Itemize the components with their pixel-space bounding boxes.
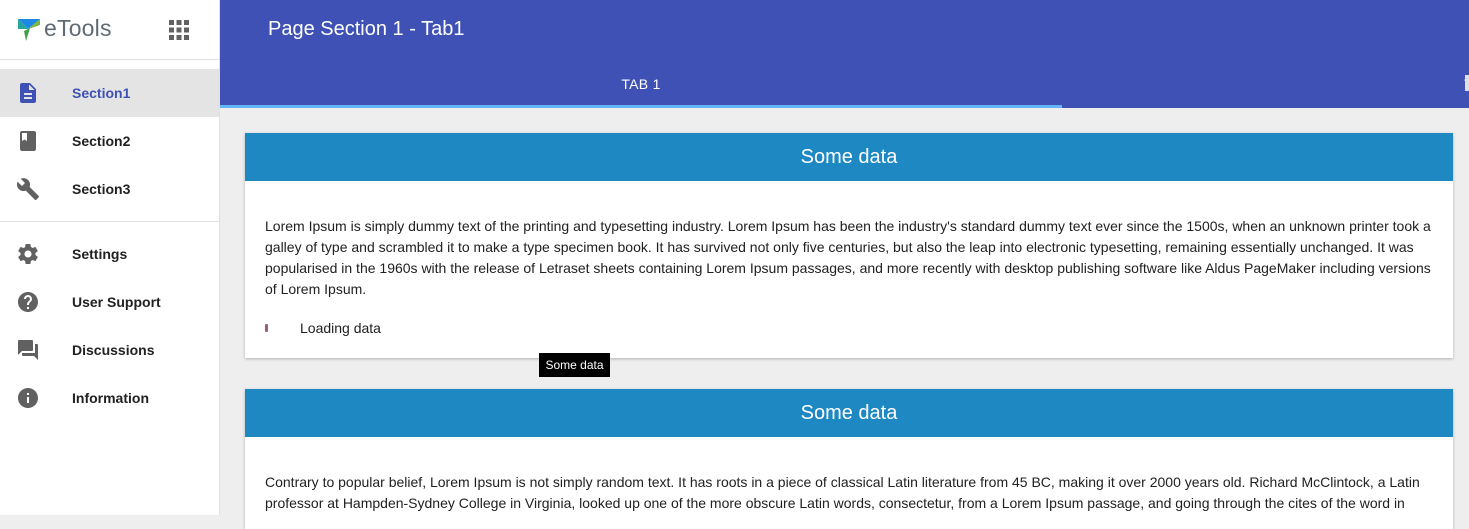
tab-label: TAB 1 [621,76,661,92]
gear-icon [18,244,38,265]
data-card: Some data Lorem Ipsum is simply dummy te… [245,133,1453,358]
loading-indicator: Loading data [265,314,1433,344]
book-icon [20,131,36,151]
sidebar-item-label: Section3 [72,181,131,197]
sidebar-item-label: Section1 [72,85,131,101]
brand-name: eTools [44,15,112,41]
sidebar-item-section3[interactable]: Section3 [0,165,219,213]
tooltip: Some data [539,353,610,377]
sidebar-item-section2[interactable]: Section2 [0,117,219,165]
sidebar: eTools Section1 Section2 Section3 Settin… [0,0,220,515]
sidebar-item-label: Information [72,390,149,406]
brand-bar: eTools [0,0,219,60]
apps-grid-icon[interactable] [167,18,191,42]
etools-logo-icon [18,19,40,41]
spinner-icon [265,324,268,332]
forum-icon [18,340,38,360]
sidebar-item-label: Discussions [72,342,155,358]
card-title: Some data [245,133,1453,181]
sidebar-item-section1[interactable]: Section1 [0,69,219,117]
wrench-icon [16,178,39,200]
page-title: Page Section 1 - Tab1 [268,18,465,40]
sidebar-item-label: Settings [72,246,128,262]
sidebar-item-settings[interactable]: Settings [0,230,219,278]
card-title: Some data [245,389,1453,437]
tab-1[interactable]: TAB 1 [220,60,1062,108]
tab-2[interactable]: T [1062,60,1469,108]
sidebar-item-discussions[interactable]: Discussions [0,326,219,374]
nav-divider [0,221,219,222]
primary-nav: Section1 Section2 Section3 [0,69,219,213]
data-card: Some data Contrary to popular belief, Lo… [245,389,1453,529]
sidebar-item-information[interactable]: Information [0,374,219,422]
sidebar-item-user-support[interactable]: User Support [0,278,219,326]
sidebar-item-label: Section2 [72,133,131,149]
secondary-nav: Settings User Support Discussions Inform… [0,230,219,422]
loading-text: Loading data [300,320,381,336]
app-header: Page Section 1 - Tab1 TAB 1 T [220,0,1469,108]
help-icon [18,292,38,312]
description-icon [20,83,36,103]
info-icon [18,388,38,408]
card-text: Contrary to popular belief, Lorem Ipsum … [265,474,1420,511]
card-text: Lorem Ipsum is simply dummy text of the … [265,218,1431,297]
sidebar-item-label: User Support [72,294,161,310]
tabs-scroll-edge [1465,75,1469,91]
